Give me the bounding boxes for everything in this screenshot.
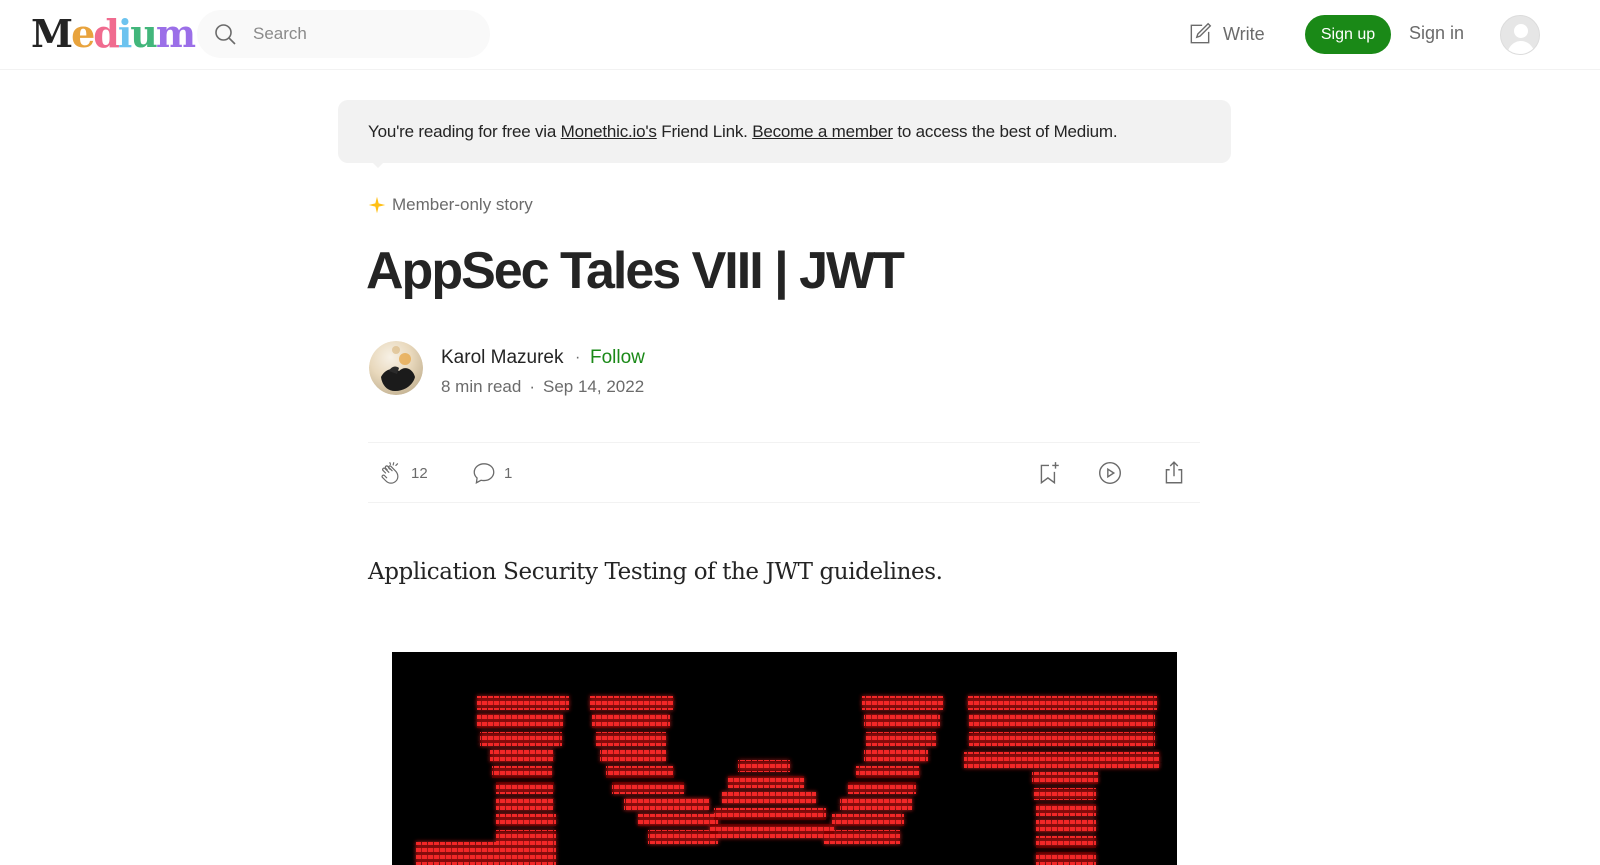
write-button[interactable]: Write <box>1187 20 1265 48</box>
banner-prefix: You're reading for free via <box>368 122 561 141</box>
sign-up-button[interactable]: Sign up <box>1305 15 1391 54</box>
play-icon <box>1099 462 1121 484</box>
search-icon <box>215 24 236 45</box>
clap-button[interactable]: 12 <box>378 460 428 486</box>
search-input[interactable] <box>253 22 473 46</box>
member-only-label: Member-only story <box>392 195 533 214</box>
write-icon <box>1190 22 1212 44</box>
clap-count: 12 <box>411 464 428 482</box>
share-button[interactable] <box>1161 460 1187 486</box>
listen-button[interactable] <box>1097 460 1123 486</box>
logo-letter: e <box>71 11 95 56</box>
banner-middle: Friend Link. <box>656 122 753 141</box>
follow-button[interactable]: Follow <box>590 347 645 369</box>
separator-dot: · <box>575 349 581 366</box>
medium-logo[interactable]: Medium <box>31 11 196 56</box>
logo-letter: M <box>31 11 73 56</box>
responses-button[interactable]: 1 <box>471 460 512 486</box>
share-icon <box>1165 461 1183 484</box>
logo-letter: u <box>130 11 158 56</box>
jwt-banner-artwork <box>416 696 1160 865</box>
comment-icon <box>473 463 495 484</box>
save-button[interactable] <box>1036 460 1062 486</box>
friend-link[interactable]: Monethic.io's <box>561 122 657 141</box>
search-box[interactable] <box>197 10 490 58</box>
member-only-badge: Member-only story <box>368 195 533 215</box>
story-meta: 8 min read · Sep 14, 2022 <box>441 377 644 397</box>
sign-in-link[interactable]: Sign in <box>1409 23 1464 44</box>
clap-icon <box>381 462 399 484</box>
banner-suffix: to access the best of Medium. <box>892 122 1118 141</box>
top-nav: Medium Write Sign up Sign in <box>0 0 1600 70</box>
banner-pointer <box>370 160 386 168</box>
write-label: Write <box>1223 23 1265 44</box>
separator-dot: · <box>529 377 535 396</box>
logo-letter: i <box>117 11 133 56</box>
banner-text: You're reading for free via Monethic.io'… <box>368 122 1118 142</box>
author-avatar[interactable] <box>369 341 423 395</box>
author-name[interactable]: Karol Mazurek <box>441 347 564 369</box>
response-count: 1 <box>504 464 513 482</box>
story-title: AppSec Tales VIII | JWT <box>366 242 905 300</box>
story-subtitle: Application Security Testing of the JWT … <box>368 559 943 585</box>
story-action-bar: 12 1 <box>368 442 1200 503</box>
logo-letter: d <box>93 11 120 56</box>
friend-link-banner: You're reading for free via Monethic.io'… <box>338 100 1231 163</box>
publish-date: Sep 14, 2022 <box>543 377 645 396</box>
hero-image <box>392 652 1177 865</box>
bookmark-add-icon <box>1040 462 1059 485</box>
user-avatar[interactable] <box>1500 15 1540 55</box>
read-time: 8 min read <box>441 377 522 396</box>
author-photo <box>369 341 423 395</box>
logo-letter: m <box>155 11 196 56</box>
become-member-link[interactable]: Become a member <box>752 122 893 141</box>
star-icon <box>368 196 386 214</box>
user-placeholder-icon <box>1507 24 1535 54</box>
